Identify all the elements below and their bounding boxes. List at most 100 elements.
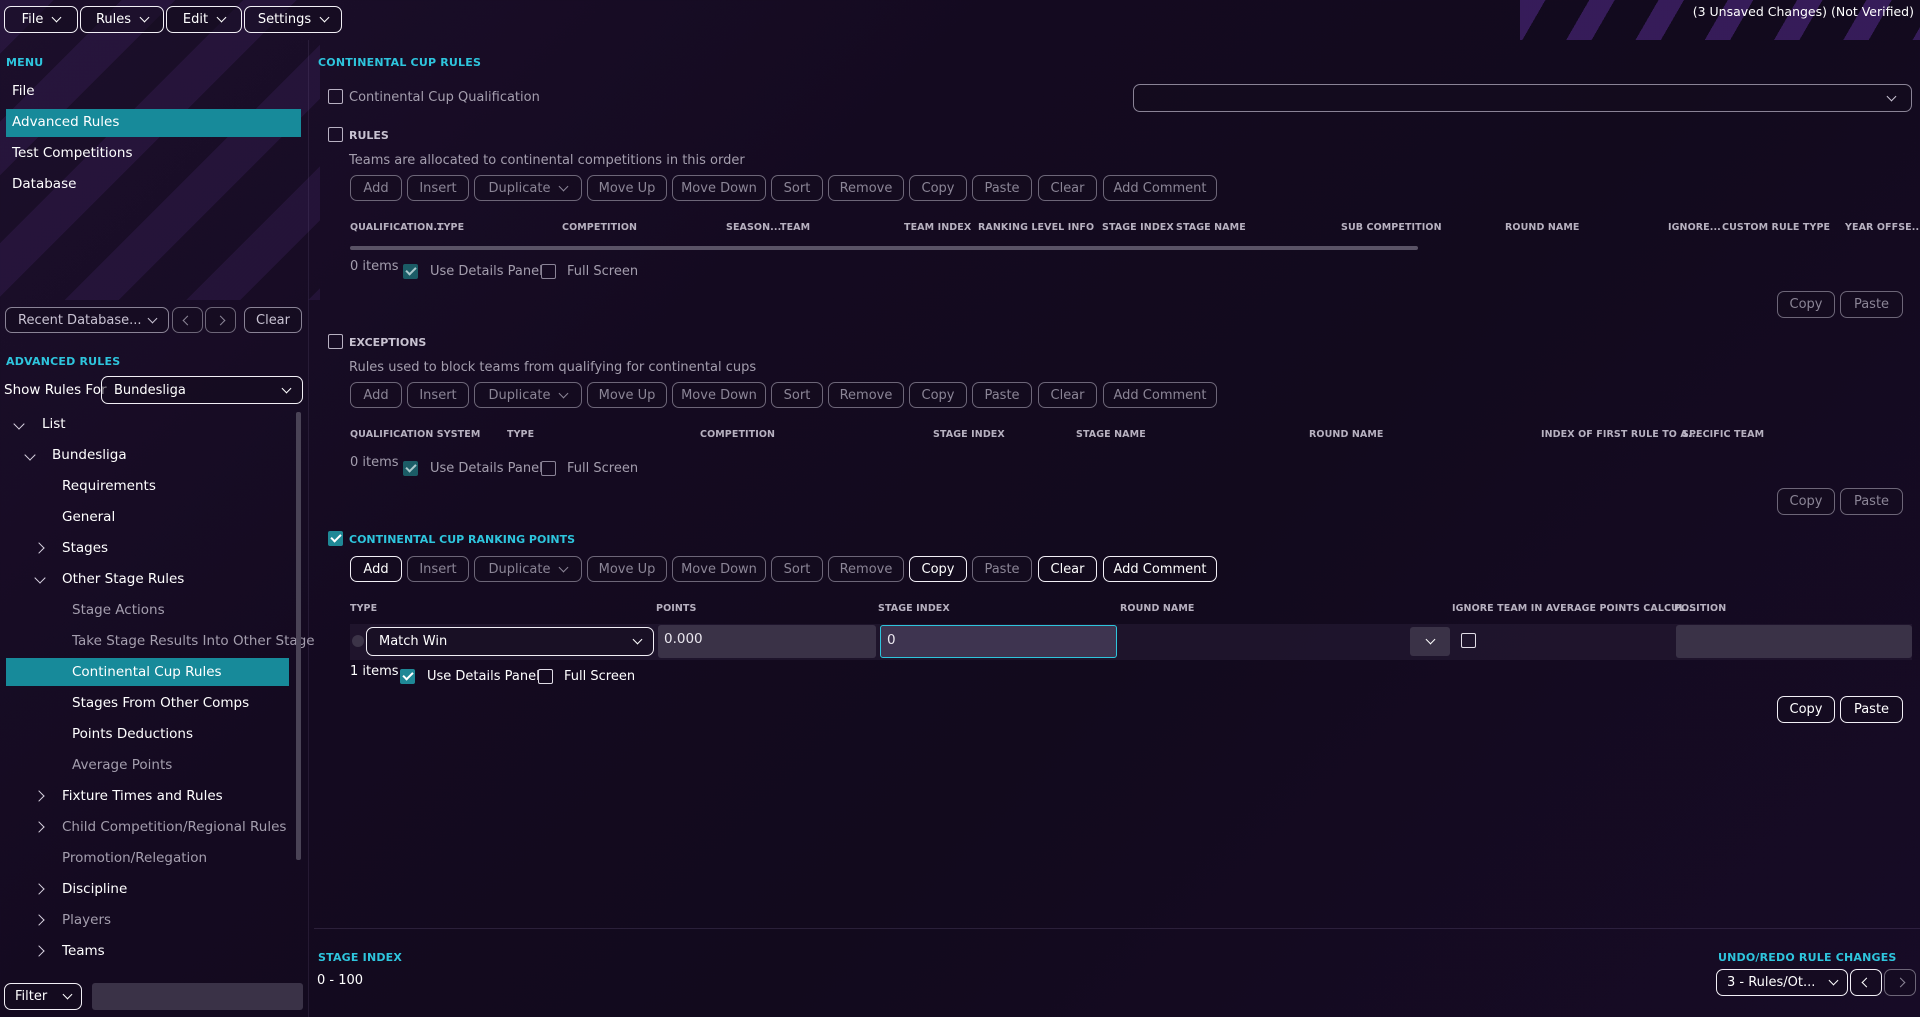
- exceptions-col-specific-team[interactable]: SPECIFIC TEAM: [1682, 429, 1764, 440]
- ranking-col-type[interactable]: TYPE: [350, 603, 377, 614]
- ranking-col-points[interactable]: POINTS: [656, 603, 696, 614]
- file-menu-button[interactable]: File: [4, 6, 78, 33]
- expand-teams-icon[interactable]: [33, 945, 45, 957]
- rules-use-details-checkbox[interactable]: [403, 264, 418, 279]
- recent-database-dropdown[interactable]: Recent Database...: [5, 307, 169, 333]
- recent-forward-button[interactable]: [205, 307, 236, 333]
- exceptions-use-details-checkbox[interactable]: [403, 461, 418, 476]
- ranking-move-down-button[interactable]: Move Down: [672, 556, 766, 582]
- exceptions-move-down-button[interactable]: Move Down: [672, 382, 766, 408]
- exceptions-col-competition[interactable]: COMPETITION: [700, 429, 775, 440]
- undo-history-dropdown[interactable]: 3 - Rules/Ot...: [1716, 969, 1848, 996]
- row-drag-handle-icon[interactable]: [352, 635, 364, 647]
- rules-add-button[interactable]: Add: [350, 175, 402, 201]
- rules-col-type[interactable]: TYPE: [437, 222, 464, 233]
- exceptions-col-round-name[interactable]: ROUND NAME: [1309, 429, 1384, 440]
- exceptions-checkbox[interactable]: [328, 334, 343, 349]
- rules-checkbox[interactable]: [328, 127, 343, 142]
- ranking-col-ignore-team[interactable]: IGNORE TEAM IN AVERAGE POINTS CALCUL...: [1452, 603, 1696, 614]
- menu-item-file[interactable]: File: [6, 78, 301, 106]
- tree-item-discipline[interactable]: Discipline: [62, 881, 127, 897]
- menu-item-database[interactable]: Database: [6, 171, 301, 199]
- ranking-points-input[interactable]: 0.000: [658, 625, 876, 658]
- tree-item-average-points[interactable]: Average Points: [72, 757, 172, 773]
- expand-fixture-times-icon[interactable]: [33, 790, 45, 802]
- exceptions-add-comment-button[interactable]: Add Comment: [1103, 382, 1217, 408]
- ranking-type-dropdown[interactable]: Match Win: [366, 627, 654, 656]
- exceptions-col-qualification-system[interactable]: QUALIFICATION SYSTEM: [350, 429, 480, 440]
- expand-child-competition-icon[interactable]: [33, 821, 45, 833]
- expand-other-stage-rules-icon[interactable]: [34, 572, 46, 584]
- rules-col-sub-competition[interactable]: SUB COMPETITION: [1341, 222, 1442, 233]
- rules-col-season[interactable]: SEASON...: [726, 222, 781, 233]
- undo-button[interactable]: [1850, 969, 1882, 996]
- menu-item-advanced-rules[interactable]: Advanced Rules: [6, 109, 301, 137]
- ranking-insert-button[interactable]: Insert: [407, 556, 469, 582]
- rules-col-ranking-level[interactable]: RANKING LEVEL INFO: [978, 222, 1094, 233]
- exceptions-remove-button[interactable]: Remove: [828, 382, 904, 408]
- tree-item-general[interactable]: General: [62, 509, 115, 525]
- settings-menu-button[interactable]: Settings: [244, 6, 342, 33]
- ranking-remove-button[interactable]: Remove: [828, 556, 904, 582]
- tree-item-requirements[interactable]: Requirements: [62, 478, 156, 494]
- ranking-copy-button-bottom[interactable]: Copy: [1777, 696, 1835, 723]
- exceptions-full-screen-checkbox[interactable]: [541, 461, 556, 476]
- round-name-dropdown[interactable]: [1410, 627, 1450, 656]
- rules-move-down-button[interactable]: Move Down: [672, 175, 766, 201]
- rules-copy-button-bottom[interactable]: Copy: [1777, 291, 1835, 318]
- ranking-col-position[interactable]: POSITION: [1674, 603, 1726, 614]
- ranking-paste-button[interactable]: Paste: [972, 556, 1032, 582]
- tree-item-continental-cup-rules[interactable]: Continental Cup Rules: [72, 664, 222, 680]
- ranking-add-button[interactable]: Add: [350, 556, 402, 582]
- rules-menu-button[interactable]: Rules: [80, 6, 164, 33]
- ranking-paste-button-bottom[interactable]: Paste: [1840, 696, 1903, 723]
- expand-discipline-icon[interactable]: [33, 883, 45, 895]
- exceptions-clear-button[interactable]: Clear: [1038, 382, 1097, 408]
- rules-col-round-name[interactable]: ROUND NAME: [1505, 222, 1580, 233]
- ranking-add-comment-button[interactable]: Add Comment: [1103, 556, 1217, 582]
- rules-col-team-index[interactable]: TEAM INDEX: [904, 222, 971, 233]
- exceptions-duplicate-button[interactable]: Duplicate: [474, 382, 582, 408]
- exceptions-add-button[interactable]: Add: [350, 382, 402, 408]
- exceptions-sort-button[interactable]: Sort: [771, 382, 823, 408]
- rules-col-stage-name[interactable]: STAGE NAME: [1176, 222, 1246, 233]
- rules-col-qualification[interactable]: QUALIFICATION...: [350, 222, 445, 233]
- exceptions-col-index-first-rule[interactable]: INDEX OF FIRST RULE TO A...: [1541, 429, 1699, 440]
- rules-col-year-offset[interactable]: YEAR OFFSE...: [1845, 222, 1920, 233]
- exceptions-col-stage-name[interactable]: STAGE NAME: [1076, 429, 1146, 440]
- redo-button[interactable]: [1884, 969, 1916, 996]
- rules-col-stage-index[interactable]: STAGE INDEX: [1102, 222, 1174, 233]
- filter-dropdown[interactable]: Filter: [4, 983, 82, 1010]
- ranking-duplicate-button[interactable]: Duplicate: [474, 556, 582, 582]
- exceptions-copy-button[interactable]: Copy: [909, 382, 967, 408]
- ranking-use-details-checkbox[interactable]: [400, 669, 415, 684]
- ranking-sort-button[interactable]: Sort: [771, 556, 823, 582]
- qualification-dropdown[interactable]: [1133, 84, 1912, 112]
- exceptions-paste-button-bottom[interactable]: Paste: [1840, 488, 1903, 515]
- rules-paste-button[interactable]: Paste: [972, 175, 1032, 201]
- rules-copy-button[interactable]: Copy: [909, 175, 967, 201]
- ranking-move-up-button[interactable]: Move Up: [587, 556, 667, 582]
- filter-search-input[interactable]: [92, 983, 303, 1010]
- show-rules-for-dropdown[interactable]: Bundesliga: [101, 376, 303, 404]
- rules-insert-button[interactable]: Insert: [407, 175, 469, 201]
- exceptions-paste-button[interactable]: Paste: [972, 382, 1032, 408]
- ranking-col-round-name[interactable]: ROUND NAME: [1120, 603, 1195, 614]
- ranking-clear-button[interactable]: Clear: [1038, 556, 1097, 582]
- exceptions-col-stage-index[interactable]: STAGE INDEX: [933, 429, 1005, 440]
- tree-item-child-competition[interactable]: Child Competition/Regional Rules: [62, 819, 286, 835]
- ranking-position-input[interactable]: [1676, 625, 1912, 658]
- rules-col-team[interactable]: TEAM: [780, 222, 810, 233]
- ranking-copy-button[interactable]: Copy: [909, 556, 967, 582]
- tree-scrollbar[interactable]: [296, 412, 301, 860]
- expand-bundesliga-icon[interactable]: [24, 449, 36, 461]
- exceptions-copy-button-bottom[interactable]: Copy: [1777, 488, 1835, 515]
- ranking-points-checkbox[interactable]: [328, 531, 343, 546]
- tree-item-other-stage-rules[interactable]: Other Stage Rules: [62, 571, 184, 587]
- recent-back-button[interactable]: [172, 307, 203, 333]
- tree-item-fixture-times[interactable]: Fixture Times and Rules: [62, 788, 223, 804]
- exceptions-insert-button[interactable]: Insert: [407, 382, 469, 408]
- tree-item-points-deductions[interactable]: Points Deductions: [72, 726, 193, 742]
- expand-players-icon[interactable]: [33, 914, 45, 926]
- ignore-team-checkbox[interactable]: [1461, 633, 1476, 648]
